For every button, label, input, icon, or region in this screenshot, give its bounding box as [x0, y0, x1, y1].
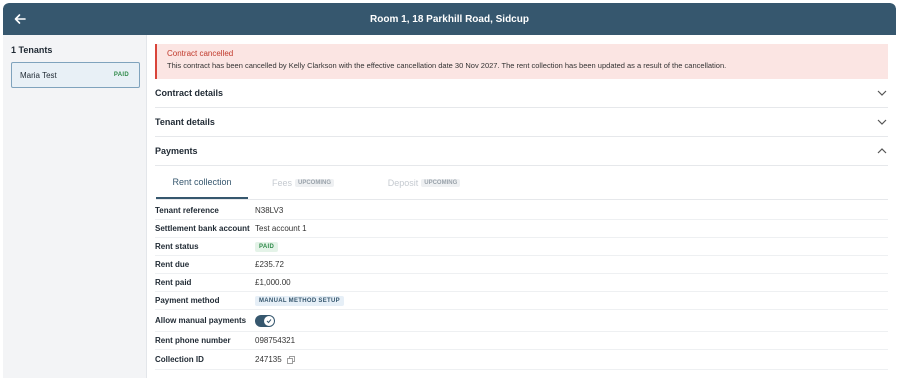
tenant-name: Maria Test [20, 70, 57, 80]
detail-label: Tenant reference [155, 206, 219, 215]
detail-row: Allow manual payments [155, 310, 888, 332]
tenant-card[interactable]: Maria Test PAID [11, 62, 140, 88]
detail-label: Rent due [155, 260, 190, 269]
tenant-status-badge: PAID [113, 72, 129, 78]
tenant-reference-value: N38LV3 [255, 206, 284, 215]
detail-row: Rent status PAID [155, 238, 888, 256]
alert-title: Contract cancelled [167, 49, 234, 58]
back-button[interactable] [12, 11, 28, 27]
copy-icon[interactable] [286, 355, 295, 364]
tab-rent-collection[interactable]: Rent collection [156, 166, 248, 199]
detail-label: Rent phone number [155, 336, 231, 345]
top-header: Room 1, 18 Parkhill Road, Sidcup [3, 3, 896, 35]
tenant-sidebar: 1 Tenants Maria Test PAID [3, 35, 147, 378]
upcoming-badge: UPCOMING [421, 178, 461, 187]
detail-row: Tenant reference N38LV3 [155, 202, 888, 220]
detail-row: Rent phone number 098754321 [155, 332, 888, 350]
section-title: Tenant details [155, 117, 215, 127]
chevron-down-icon [876, 116, 888, 128]
detail-label: Settlement bank account [155, 224, 250, 233]
upcoming-badge: UPCOMING [295, 178, 334, 187]
page-title: Room 1, 18 Parkhill Road, Sidcup [370, 13, 529, 25]
section-title: Contract details [155, 88, 224, 98]
rent-status-badge: PAID [255, 241, 279, 252]
detail-label: Payment method [155, 296, 220, 305]
cancellation-alert: Contract cancelled This contract has bee… [155, 44, 888, 79]
arrow-left-icon [14, 14, 26, 24]
detail-label: Rent paid [155, 278, 192, 287]
detail-row: Rent due £235.72 [155, 256, 888, 274]
detail-row: Payment method MANUAL METHOD SETUP [155, 292, 888, 310]
allow-manual-payments-toggle[interactable] [255, 314, 275, 327]
rent-due-value: £235.72 [255, 260, 284, 269]
check-icon [264, 315, 274, 326]
tab-deposit[interactable]: Deposit UPCOMING [364, 166, 484, 199]
chevron-up-icon [876, 145, 888, 157]
section-title: Payments [155, 146, 198, 156]
tenants-count: 1 Tenants [11, 45, 53, 55]
rent-phone-value: 098754321 [255, 336, 296, 345]
rent-details: Tenant reference N38LV3 Settlement bank … [155, 202, 888, 370]
detail-row: Settlement bank account Test account 1 [155, 220, 888, 238]
tab-fees[interactable]: Fees UPCOMING [248, 166, 358, 199]
payment-method-badge: MANUAL METHOD SETUP [255, 295, 344, 306]
tab-label: Fees [271, 177, 292, 188]
tab-label: Deposit [387, 177, 419, 188]
detail-label: Collection ID [155, 355, 204, 364]
detail-label: Rent status [155, 242, 199, 251]
payments-tabs: Rent collection Fees UPCOMING Deposit UP… [156, 166, 888, 200]
detail-row: Collection ID 247135 [155, 350, 888, 370]
collection-id-value: 247135 [255, 355, 282, 364]
tab-label: Rent collection [172, 176, 232, 187]
detail-label: Allow manual payments [155, 316, 247, 325]
section-contract-details[interactable]: Contract details [155, 79, 888, 108]
settlement-account-value: Test account 1 [255, 224, 307, 233]
detail-row: Rent paid £1,000.00 [155, 274, 888, 292]
app-window: Room 1, 18 Parkhill Road, Sidcup 1 Tenan… [3, 3, 896, 378]
section-tenant-details[interactable]: Tenant details [155, 108, 888, 137]
main-content: Contract cancelled This contract has bee… [147, 35, 896, 378]
alert-text: This contract has been cancelled by Kell… [167, 61, 727, 70]
chevron-down-icon [876, 87, 888, 99]
section-payments[interactable]: Payments [155, 137, 888, 166]
rent-paid-value: £1,000.00 [255, 278, 291, 287]
